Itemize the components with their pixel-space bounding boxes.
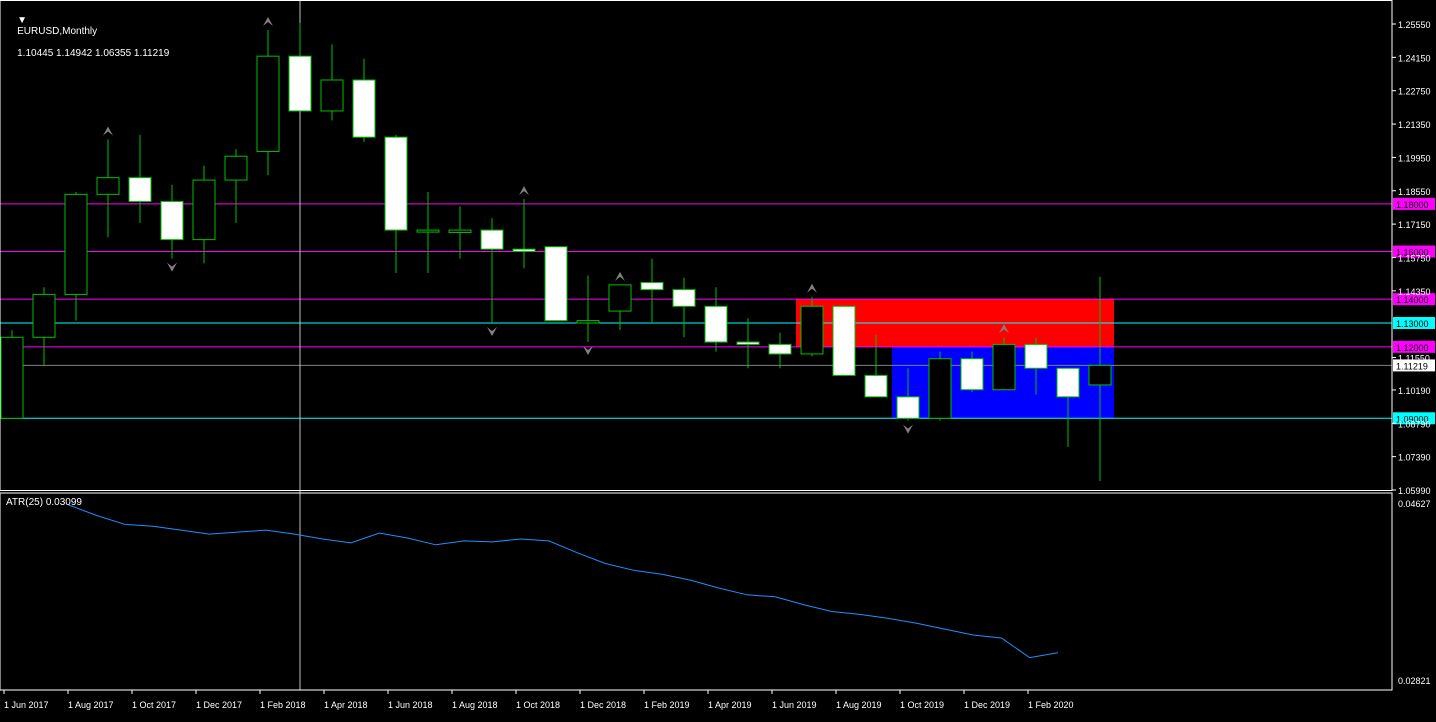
time-axis-label: 1 Feb 2020 bbox=[1028, 700, 1074, 710]
chart-background bbox=[0, 0, 1436, 717]
candle-body[interactable] bbox=[704, 305, 728, 343]
candle-body[interactable] bbox=[672, 289, 696, 307]
candle-body[interactable] bbox=[320, 79, 344, 112]
candle-body[interactable] bbox=[352, 79, 376, 138]
price-axis-label: 1.25550 bbox=[1398, 20, 1431, 30]
price-axis-label: 1.17150 bbox=[1398, 220, 1431, 230]
candle-body[interactable] bbox=[448, 229, 472, 233]
candle-body[interactable] bbox=[768, 343, 792, 355]
price-axis-label: 1.24150 bbox=[1398, 53, 1431, 63]
time-axis-label: 1 Dec 2019 bbox=[964, 700, 1010, 710]
time-axis-label: 1 Jun 2019 bbox=[772, 700, 817, 710]
level-price-tag-text: 1.12000 bbox=[1396, 343, 1429, 353]
candle-body[interactable] bbox=[192, 179, 216, 241]
time-axis-label: 1 Dec 2017 bbox=[196, 700, 242, 710]
time-axis-label: 1 Oct 2019 bbox=[900, 700, 944, 710]
dropdown-triangle-icon[interactable]: ▼ bbox=[17, 15, 27, 26]
candle-body[interactable] bbox=[512, 248, 536, 253]
level-price-tag-text: 1.18000 bbox=[1396, 200, 1429, 210]
candle-body[interactable] bbox=[1088, 364, 1112, 386]
chart-title[interactable]: ▼ EURUSD,Monthly 1.10445 1.14942 1.06355… bbox=[6, 4, 169, 70]
indicator-axis-label: 0.04627 bbox=[1398, 499, 1431, 509]
candle-body[interactable] bbox=[416, 229, 440, 233]
candle-body[interactable] bbox=[480, 229, 504, 250]
candle-body[interactable] bbox=[64, 193, 88, 295]
candle-body[interactable] bbox=[1024, 343, 1048, 369]
candle-body[interactable] bbox=[960, 358, 984, 391]
candle-body[interactable] bbox=[800, 305, 824, 355]
price-axis-label: 1.15750 bbox=[1398, 253, 1431, 263]
candle-body[interactable] bbox=[640, 281, 664, 291]
candle-body[interactable] bbox=[576, 320, 600, 324]
candle-body[interactable] bbox=[736, 341, 760, 345]
price-axis-label: 1.08790 bbox=[1398, 419, 1431, 429]
time-axis-label: 1 Jun 2017 bbox=[4, 700, 49, 710]
indicator-axis-label: 0.02821 bbox=[1398, 676, 1431, 686]
price-axis-label: 1.05990 bbox=[1398, 486, 1431, 496]
price-axis-label: 1.14350 bbox=[1398, 287, 1431, 297]
candle-body[interactable] bbox=[1056, 367, 1080, 398]
chart-canvas[interactable]: 1.180001.160001.140001.130001.120001.090… bbox=[0, 0, 1436, 717]
symbol-label: EURUSD,Monthly bbox=[17, 26, 98, 37]
candle-body[interactable] bbox=[896, 396, 920, 419]
time-axis-label: 1 Oct 2017 bbox=[132, 700, 176, 710]
time-axis-label: 1 Feb 2019 bbox=[644, 700, 690, 710]
level-price-tag-text: 1.13000 bbox=[1396, 319, 1429, 329]
candle-body[interactable] bbox=[544, 246, 568, 322]
price-axis-label: 1.21350 bbox=[1398, 120, 1431, 130]
price-axis-label: 1.18550 bbox=[1398, 187, 1431, 197]
candle-body[interactable] bbox=[992, 343, 1016, 391]
time-axis-label: 1 Apr 2018 bbox=[324, 700, 368, 710]
candle-body[interactable] bbox=[832, 305, 856, 376]
price-axis-label: 1.10190 bbox=[1398, 386, 1431, 396]
candle-body[interactable] bbox=[928, 358, 952, 419]
candle-body[interactable] bbox=[96, 177, 120, 195]
price-axis-label: 1.07390 bbox=[1398, 453, 1431, 463]
chart-window[interactable]: 1.18000 1.16000 1.14000 1.13000 1.12000 1.090… bbox=[0, 0, 1436, 717]
ohlc-values: 1.10445 1.14942 1.06355 1.11219 bbox=[17, 48, 170, 59]
candle-body[interactable] bbox=[0, 336, 24, 419]
indicator-title: ATR(25) 0.03099 bbox=[6, 497, 82, 508]
candle-body[interactable] bbox=[384, 136, 408, 231]
candle-body[interactable] bbox=[160, 200, 184, 241]
candle-body[interactable] bbox=[608, 284, 632, 312]
time-axis-label: 1 Oct 2018 bbox=[516, 700, 560, 710]
time-axis-label: 1 Dec 2018 bbox=[580, 700, 626, 710]
time-axis-label: 1 Aug 2019 bbox=[836, 700, 882, 710]
time-axis-label: 1 Jun 2018 bbox=[388, 700, 433, 710]
candle-body[interactable] bbox=[224, 155, 248, 181]
time-axis-label: 1 Aug 2017 bbox=[68, 700, 114, 710]
candle-body[interactable] bbox=[128, 177, 152, 202]
time-axis-label: 1 Apr 2019 bbox=[708, 700, 752, 710]
price-axis-label: 1.11550 bbox=[1398, 354, 1430, 364]
candle-body[interactable] bbox=[288, 55, 312, 112]
time-axis-label: 1 Feb 2018 bbox=[260, 700, 306, 710]
candle-body[interactable] bbox=[864, 374, 888, 398]
price-axis-label: 1.22750 bbox=[1398, 87, 1431, 97]
time-axis-label: 1 Aug 2018 bbox=[452, 700, 498, 710]
price-axis-label: 1.19950 bbox=[1398, 153, 1431, 163]
candle-body[interactable] bbox=[32, 293, 56, 338]
candle-body[interactable] bbox=[256, 55, 280, 152]
